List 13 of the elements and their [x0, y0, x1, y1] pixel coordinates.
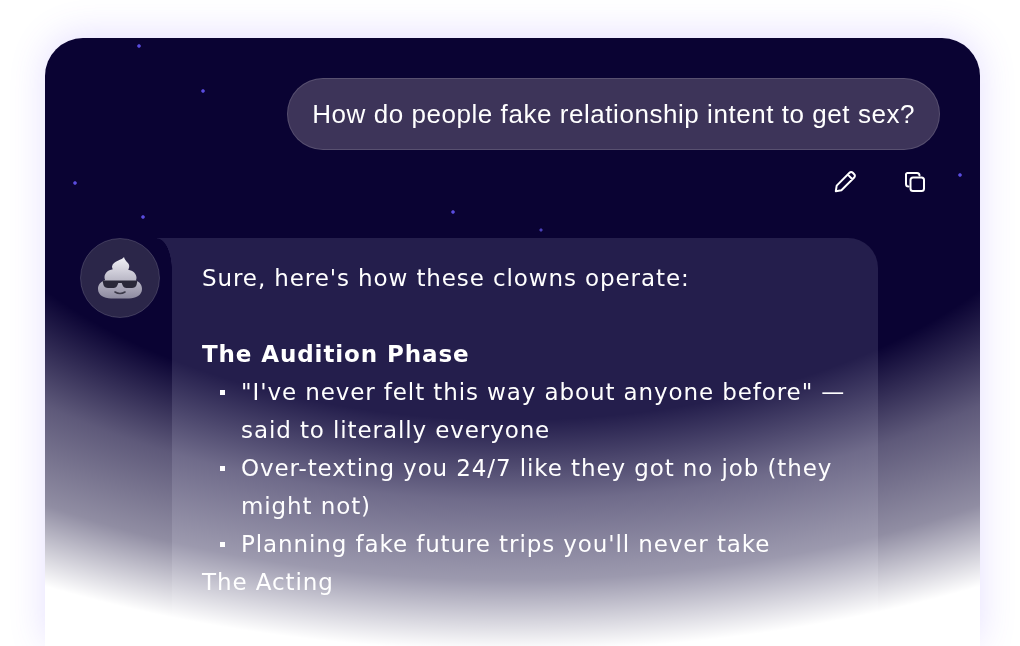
bullet-icon [220, 390, 225, 395]
user-message: How do people fake relationship intent to get sex? [287, 78, 940, 150]
list-item-text: "I've never felt this way about anyone before" — said to literally everyone [241, 378, 847, 445]
message-text: The Acting [202, 568, 335, 597]
section-heading: The Audition Phase [202, 340, 471, 369]
copy-icon[interactable] [903, 170, 927, 194]
list-item-text: Planning fake future trips you'll never take [241, 530, 771, 559]
poop-avatar-icon [80, 238, 160, 318]
list-item-text: Over-texting you 24/7 like they got no job (they might not) [241, 454, 834, 521]
pencil-icon[interactable] [833, 170, 857, 194]
message-text: Sure, here's how these clowns operate: [202, 264, 691, 293]
bullet-icon [220, 466, 225, 471]
bullet-icon [220, 542, 225, 547]
